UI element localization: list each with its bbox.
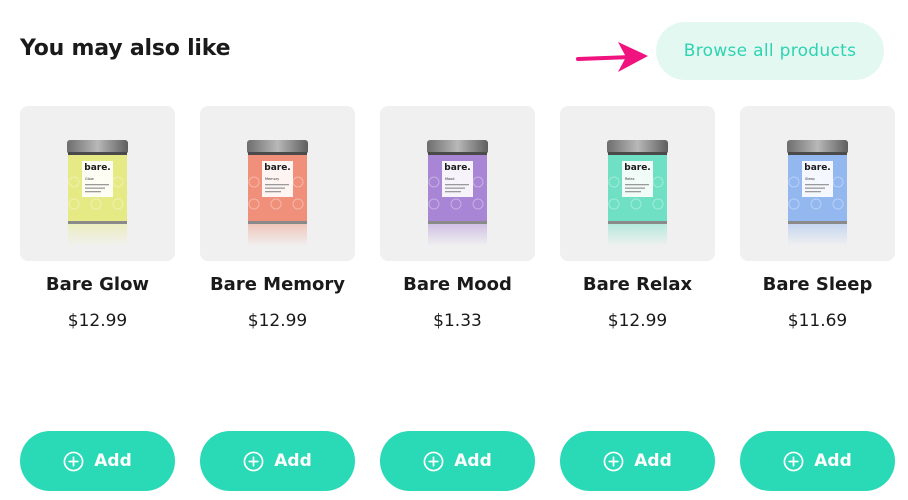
tea-tin-illustration: bare. Mood <box>427 140 488 246</box>
product-card[interactable]: bare. Relax Bare Relax $12.99 Add <box>560 106 715 500</box>
tin-brand-text: bare. <box>264 163 290 173</box>
product-image[interactable]: bare. Relax <box>560 106 715 261</box>
product-name[interactable]: Bare Memory <box>190 274 365 295</box>
add-to-cart-button[interactable]: Add <box>380 431 535 491</box>
add-button-label: Add <box>814 451 852 471</box>
add-button-label: Add <box>94 451 132 471</box>
add-to-cart-button[interactable]: Add <box>740 431 895 491</box>
tea-tin-illustration: bare. Glow <box>67 140 128 246</box>
product-price: $1.33 <box>433 311 482 331</box>
add-button-label: Add <box>454 451 492 471</box>
product-name[interactable]: Bare Sleep <box>730 274 905 295</box>
plus-circle-icon <box>63 451 84 471</box>
tin-label-text: Memory <box>265 177 279 181</box>
tin-label-text: Mood <box>445 177 455 181</box>
plus-circle-icon <box>243 451 264 471</box>
product-card[interactable]: bare. Memory Bare Memory $12.99 Add <box>200 106 355 500</box>
plus-circle-icon <box>423 451 444 471</box>
product-price: $11.69 <box>787 311 848 331</box>
add-to-cart-button[interactable]: Add <box>200 431 355 491</box>
add-button-label: Add <box>634 451 672 471</box>
tin-label-text: Sleep <box>805 177 816 181</box>
product-price: $12.99 <box>247 311 308 331</box>
product-name[interactable]: Bare Mood <box>370 274 545 295</box>
product-name[interactable]: Bare Glow <box>10 274 185 295</box>
product-image[interactable]: bare. Sleep <box>740 106 895 261</box>
tin-brand-text: bare. <box>444 163 470 173</box>
product-grid: bare. Glow Bare Glow $12.99 Add bare. Memo… <box>0 106 908 500</box>
pointer-arrow-icon <box>576 42 648 72</box>
tin-label-text: Glow <box>85 177 94 181</box>
tin-brand-text: bare. <box>624 163 650 173</box>
product-name[interactable]: Bare Relax <box>550 274 725 295</box>
product-image[interactable]: bare. Memory <box>200 106 355 261</box>
browse-all-products-button[interactable]: Browse all products <box>656 22 884 80</box>
add-to-cart-button[interactable]: Add <box>560 431 715 491</box>
product-card[interactable]: bare. Mood Bare Mood $1.33 Add <box>380 106 535 500</box>
product-price: $12.99 <box>67 311 128 331</box>
tin-brand-text: bare. <box>84 163 110 173</box>
product-image[interactable]: bare. Glow <box>20 106 175 261</box>
product-price: $12.99 <box>607 311 668 331</box>
tin-brand-text: bare. <box>804 163 830 173</box>
tin-label-text: Relax <box>625 177 635 181</box>
product-image[interactable]: bare. Mood <box>380 106 535 261</box>
plus-circle-icon <box>603 451 624 471</box>
add-to-cart-button[interactable]: Add <box>20 431 175 491</box>
plus-circle-icon <box>783 451 804 471</box>
tea-tin-illustration: bare. Memory <box>247 140 308 246</box>
tea-tin-illustration: bare. Sleep <box>787 140 848 246</box>
section-header: You may also like Browse all products <box>0 0 908 100</box>
product-card[interactable]: bare. Sleep Bare Sleep $11.69 Add <box>740 106 895 500</box>
product-card[interactable]: bare. Glow Bare Glow $12.99 Add <box>20 106 175 500</box>
add-button-label: Add <box>274 451 312 471</box>
tea-tin-illustration: bare. Relax <box>607 140 668 246</box>
section-title: You may also like <box>20 36 231 61</box>
